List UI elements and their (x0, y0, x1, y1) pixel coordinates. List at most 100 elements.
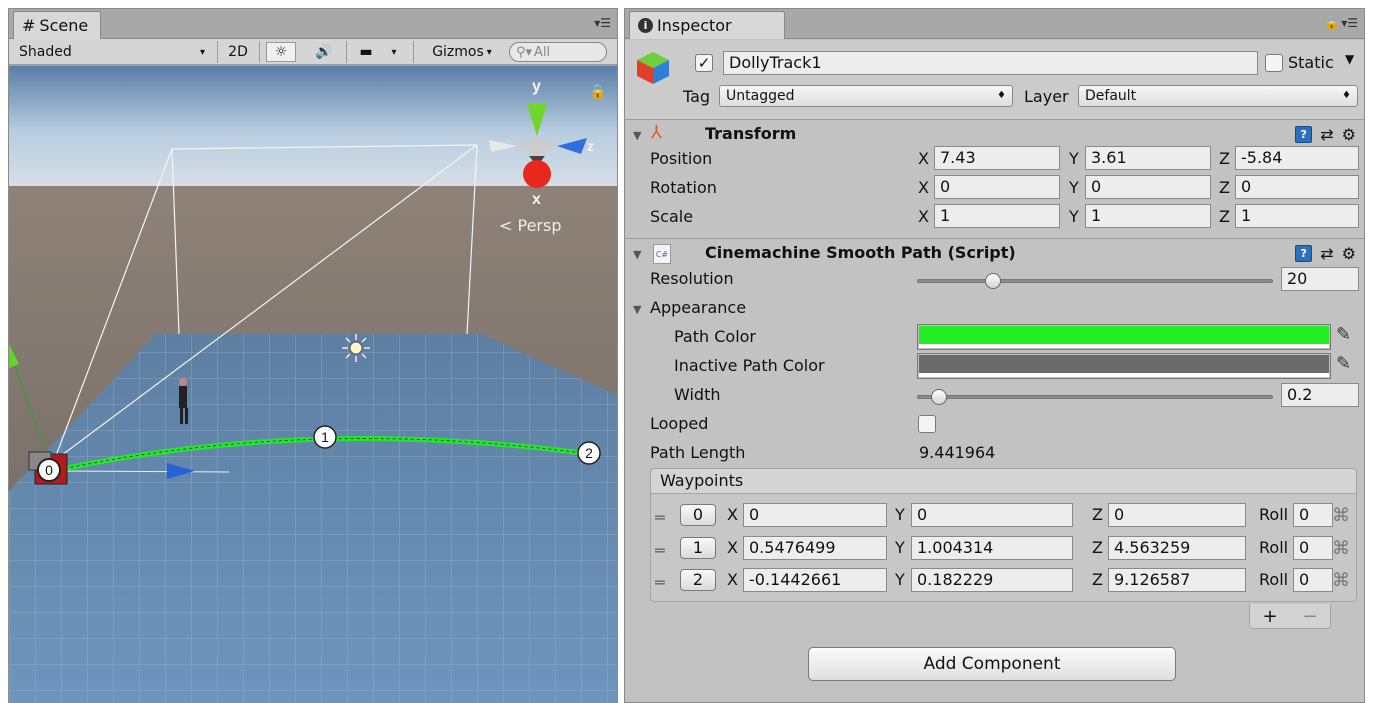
scale-x-field[interactable]: 1 (934, 204, 1060, 228)
panel-menu-icon[interactable]: ▾☰ (1341, 16, 1358, 30)
help-book-icon[interactable]: ? (1295, 245, 1313, 262)
drag-handle-icon[interactable]: ═ (655, 541, 665, 560)
eyedropper-icon[interactable]: ✎ (1336, 324, 1351, 345)
waypoint-x-field[interactable]: 0 (743, 503, 887, 527)
gizmos-dropdown[interactable]: Gizmos ▾ (421, 42, 503, 62)
svg-text:1: 1 (321, 429, 329, 445)
inactive-path-color-field[interactable] (917, 353, 1331, 379)
delete-waypoint-icon[interactable]: ⌘ (1332, 570, 1350, 591)
scale-y-field[interactable]: 1 (1085, 204, 1211, 228)
waypoint-z-field[interactable]: 0 (1108, 503, 1246, 527)
resolution-slider[interactable] (917, 279, 1273, 283)
fold-arrow-icon[interactable]: ▼ (633, 303, 641, 316)
width-slider-thumb[interactable] (930, 389, 947, 405)
tab-inspector[interactable]: i Inspector (629, 11, 785, 39)
rotation-z-field[interactable]: 0 (1235, 175, 1359, 199)
waypoint-roll-field[interactable]: 0 (1293, 503, 1333, 527)
effects-image-icon[interactable]: ▬ (351, 42, 381, 62)
transform-header[interactable]: ▼ ⅄ Transform ? ⇄ ⚙ (625, 119, 1364, 149)
waypoint-marker[interactable]: 2 (577, 441, 601, 465)
looped-checkbox[interactable] (918, 415, 936, 433)
tag-value: Untagged (726, 88, 795, 104)
persp-label: Persp (517, 216, 562, 235)
scale-z-field[interactable]: 1 (1235, 204, 1359, 228)
waypoint-row: ═ 2 X -0.1442661 Y 0.182229 Z 9.126587 R… (651, 566, 1356, 596)
gameobject-name-field[interactable]: DollyTrack1 (723, 51, 1258, 75)
tab-scene[interactable]: # Scene (13, 11, 102, 39)
waypoint-x-field[interactable]: 0.5476499 (743, 536, 887, 560)
path-color-swatch (919, 326, 1329, 344)
position-x-field[interactable]: 7.43 (934, 146, 1060, 170)
position-label: Position (650, 149, 713, 168)
waypoint-y-field[interactable]: 0.182229 (911, 568, 1073, 592)
tag-label: Tag (683, 87, 711, 106)
gizmo-y-label: y (532, 78, 541, 95)
rotation-x-field[interactable]: 0 (934, 175, 1060, 199)
resolution-field[interactable]: 20 (1281, 267, 1359, 291)
shading-mode-dropdown[interactable]: Shaded ▾ (19, 42, 209, 62)
path-color-label: Path Color (674, 327, 757, 346)
2d-toggle-button[interactable]: 2D (223, 42, 253, 62)
lighting-toggle-icon[interactable]: ☼ (266, 42, 296, 62)
gizmo-x-label: x (532, 191, 541, 208)
waypoint-marker[interactable]: 0 (37, 458, 61, 482)
delete-waypoint-icon[interactable]: ⌘ (1332, 538, 1350, 559)
waypoint-index-button[interactable]: 2 (680, 569, 716, 591)
gear-icon[interactable]: ⚙ (1342, 244, 1356, 263)
panel-menu-icon[interactable]: ▾☰ (594, 16, 611, 30)
transform-axes-icon: ⅄ (651, 122, 662, 143)
add-waypoint-button[interactable]: + (1262, 606, 1277, 627)
waypoint-index-button[interactable]: 1 (680, 537, 716, 559)
perspective-toggle[interactable]: < Persp (499, 216, 562, 235)
gizmo-z-label: z (587, 138, 594, 154)
waypoint-y-field[interactable]: 1.004314 (911, 536, 1073, 560)
scene-viewport[interactable]: y x z 0 1 2 🔒 < Persp (9, 66, 617, 703)
inspector-tab-bar: i Inspector 🔒 ▾☰ (625, 9, 1364, 39)
appearance-label: Appearance (650, 298, 747, 317)
fold-arrow-icon[interactable]: ▼ (633, 248, 641, 261)
layer-label: Layer (1024, 87, 1069, 106)
drag-handle-icon[interactable]: ═ (655, 508, 665, 527)
presets-icon[interactable]: ⇄ (1320, 125, 1333, 144)
axis-x-label: X (727, 505, 738, 524)
resolution-slider-thumb[interactable] (985, 273, 1001, 289)
waypoint-roll-field[interactable]: 0 (1293, 568, 1333, 592)
path-color-field[interactable] (917, 324, 1331, 350)
position-z-field[interactable]: -5.84 (1235, 146, 1359, 170)
lock-icon[interactable]: 🔒 (1324, 16, 1340, 31)
static-checkbox[interactable] (1265, 54, 1283, 72)
drag-handle-icon[interactable]: ═ (655, 573, 665, 592)
static-dropdown-icon[interactable]: ▼ (1345, 52, 1354, 66)
width-field[interactable]: 0.2 (1281, 383, 1359, 407)
waypoint-index-button[interactable]: 0 (680, 504, 716, 526)
waypoint-marker[interactable]: 1 (313, 425, 337, 449)
delete-waypoint-icon[interactable]: ⌘ (1332, 505, 1350, 526)
presets-icon[interactable]: ⇄ (1320, 244, 1333, 263)
fold-arrow-icon[interactable]: ▼ (633, 129, 641, 142)
add-component-button[interactable]: Add Component (808, 647, 1176, 681)
roll-label: Roll (1259, 505, 1289, 524)
active-checkbox[interactable]: ✓ (695, 54, 713, 72)
waypoint-y-field[interactable]: 0 (911, 503, 1073, 527)
waypoint-z-field[interactable]: 9.126587 (1108, 568, 1246, 592)
gameobject-cube-icon (637, 52, 669, 84)
smooth-path-title: Cinemachine Smooth Path (Script) (705, 243, 1016, 262)
gear-icon[interactable]: ⚙ (1342, 125, 1356, 144)
position-y-field[interactable]: 3.61 (1085, 146, 1211, 170)
audio-toggle-icon[interactable]: 🔊 (309, 42, 339, 62)
smooth-path-header[interactable]: ▼ C# Cinemachine Smooth Path (Script) ? … (625, 238, 1364, 268)
scene-search-input[interactable]: ⚲▾ All (509, 42, 607, 62)
tag-dropdown[interactable]: Untagged ♦ (719, 85, 1013, 107)
waypoint-x-field[interactable]: -0.1442661 (743, 568, 887, 592)
remove-waypoint-button[interactable]: − (1302, 606, 1317, 627)
width-slider[interactable] (917, 395, 1273, 399)
effects-dropdown-icon[interactable]: ▾ (385, 42, 403, 62)
waypoint-z-field[interactable]: 4.563259 (1108, 536, 1246, 560)
layer-dropdown[interactable]: Default ♦ (1078, 85, 1358, 107)
tab-inspector-label: Inspector (657, 16, 732, 35)
rotation-y-field[interactable]: 0 (1085, 175, 1211, 199)
help-book-icon[interactable]: ? (1295, 126, 1313, 143)
waypoint-roll-field[interactable]: 0 (1293, 536, 1333, 560)
axis-z-label: Z (1219, 178, 1230, 197)
eyedropper-icon[interactable]: ✎ (1336, 353, 1351, 374)
